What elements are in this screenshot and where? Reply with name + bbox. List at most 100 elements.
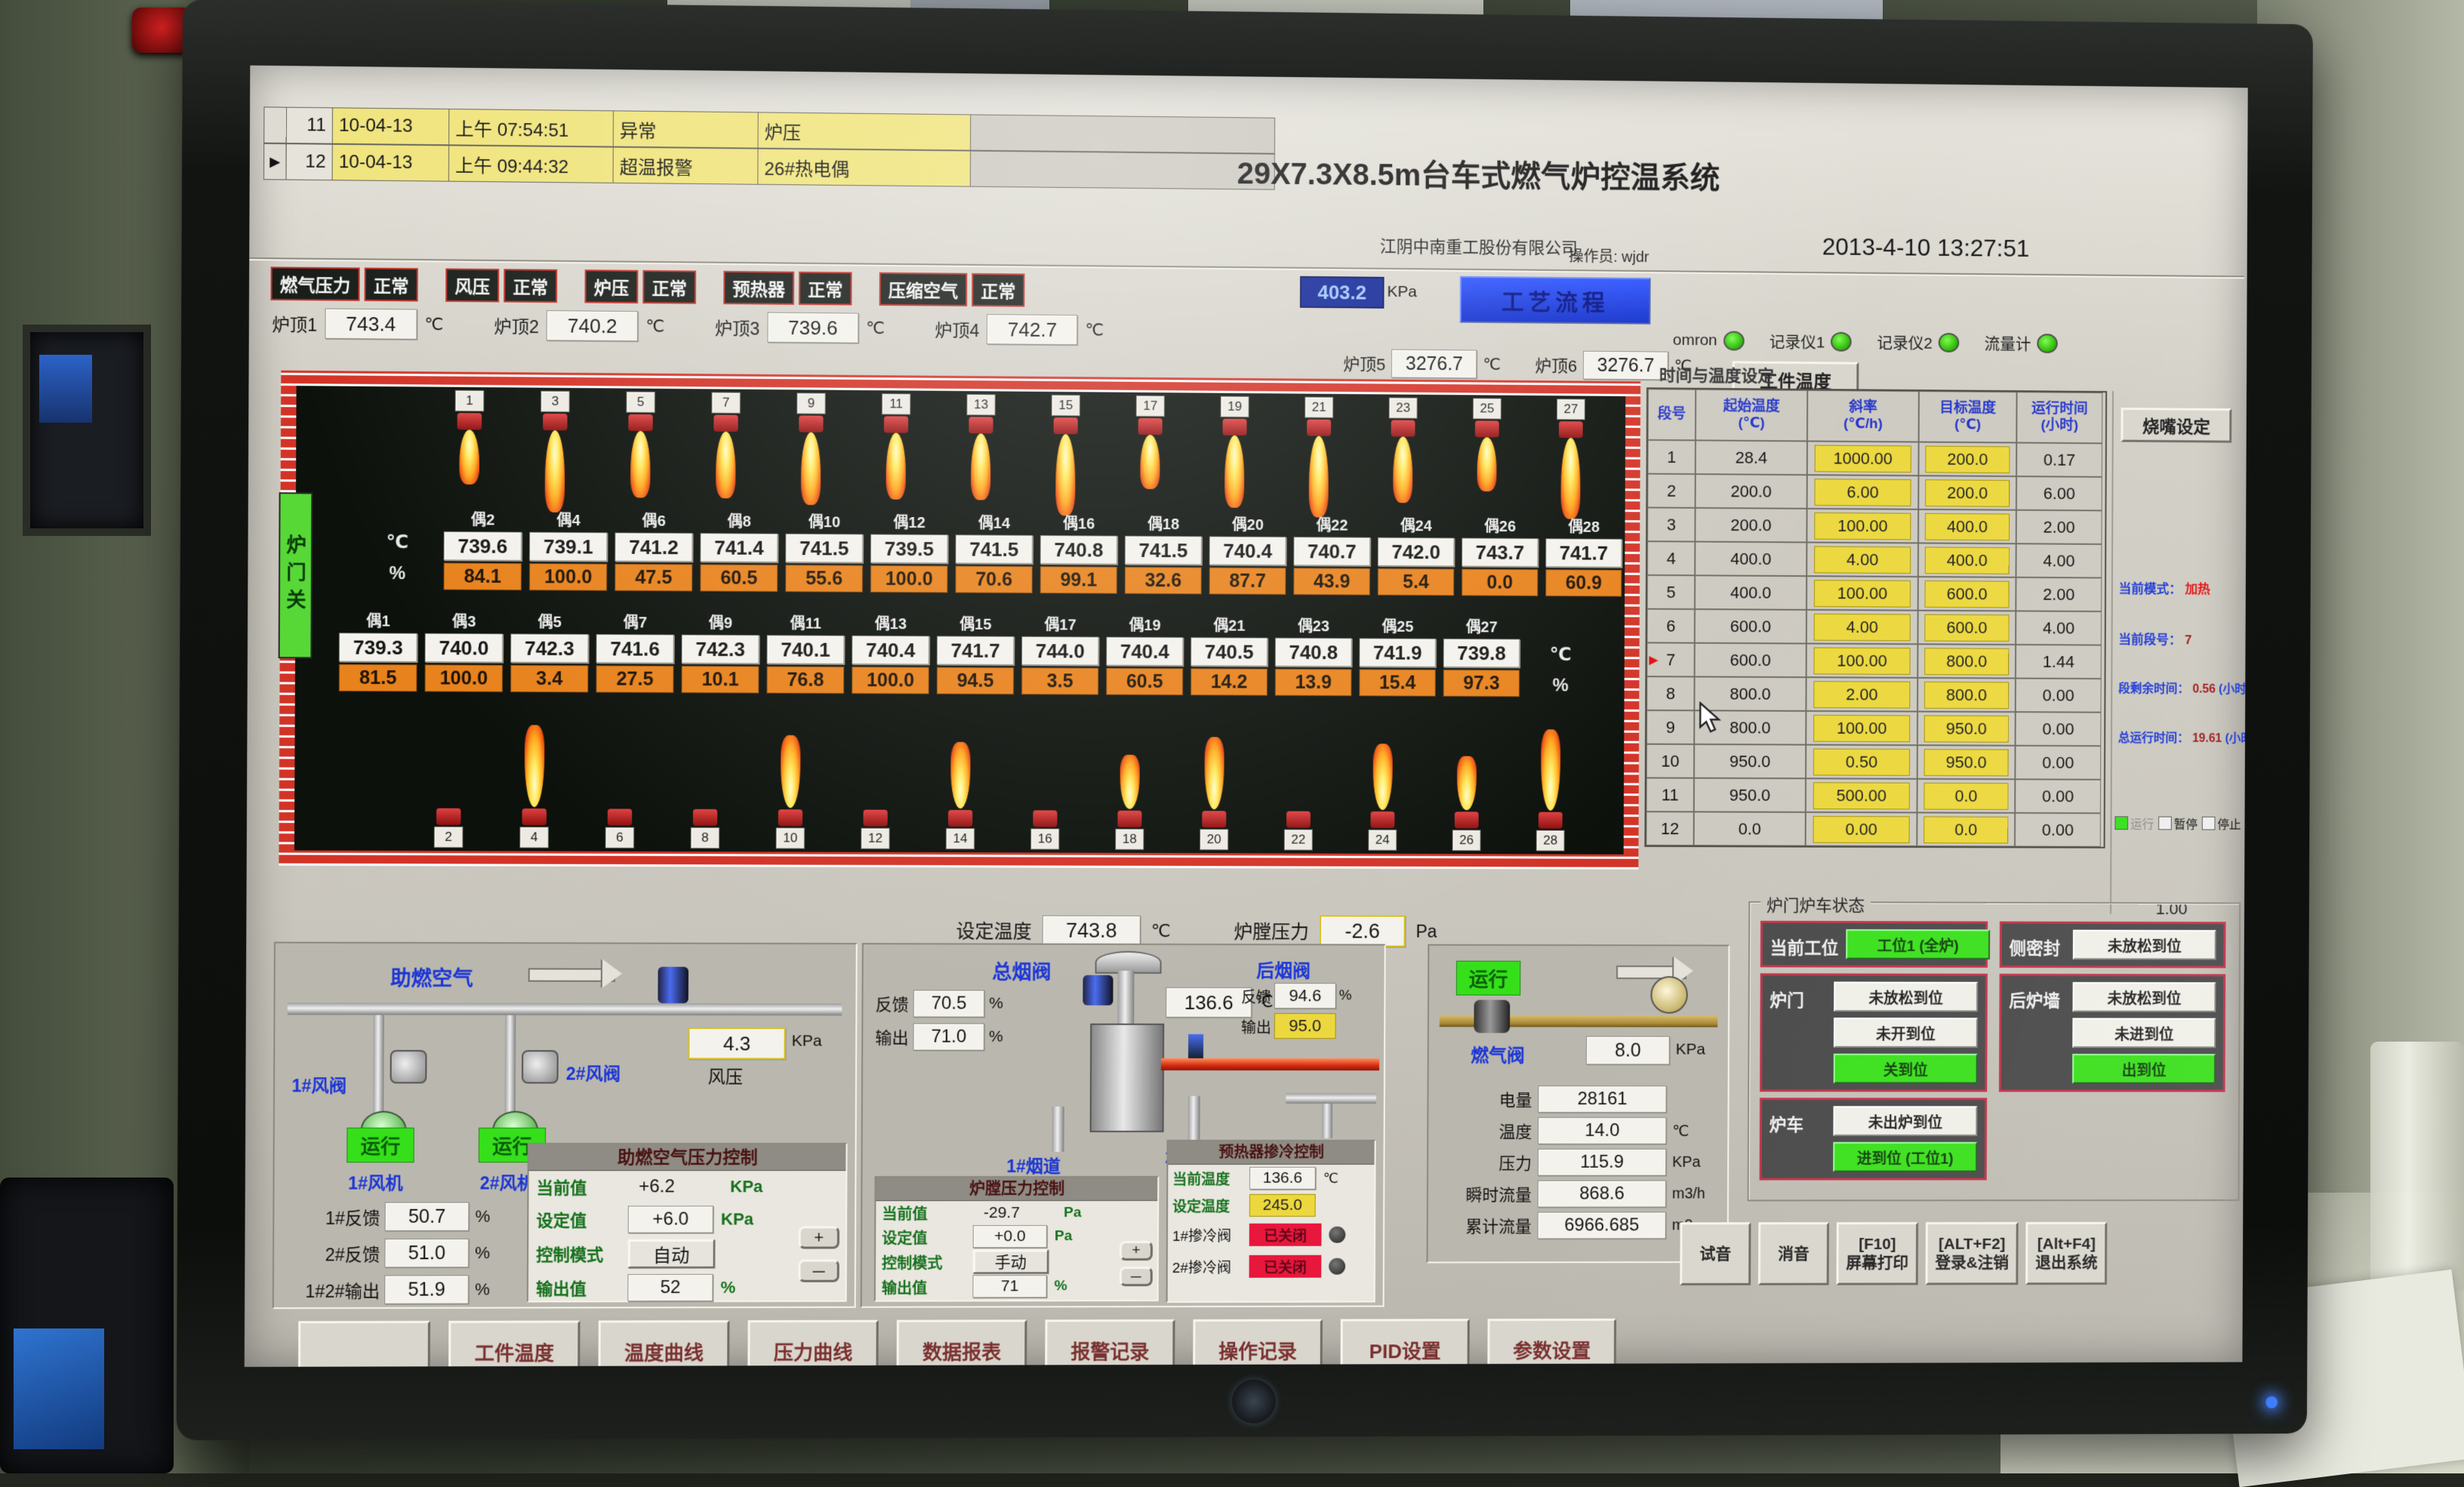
control-row-value[interactable]: 手动 [973,1249,1049,1273]
schedule-row[interactable]: 10 950.0 0.50 950.0 0.00 [1646,744,2104,780]
target-temp-cell[interactable]: 950.0 [1924,749,2009,776]
nav-button[interactable]: 工件温度 [448,1320,581,1366]
control-row-value[interactable]: -29.7 [973,1202,1056,1224]
valve1-knob-icon[interactable] [1329,1227,1345,1243]
air-pressure-unit: KPa [792,1032,822,1050]
schedule-row[interactable]: 2 200.0 6.00 200.0 6.00 [1647,474,2105,511]
schedule-table[interactable]: 段号起始温度(℃)斜率(℃/h)目标温度(℃)运行时间(小时) 1 28.4 1… [1644,387,2107,848]
nav-button[interactable]: 参数设置 [1487,1319,1616,1367]
schedule-header-cell: 斜率(℃/h) [1807,390,1919,442]
rate-cell[interactable]: 100.00 [1813,714,1909,741]
schedule-row[interactable]: 11 950.0 500.00 0.0 0.00 [1646,778,2104,814]
run-checkbox[interactable]: 运行 [2114,814,2154,832]
thermocouple-output: 81.5 [339,664,417,692]
thermocouple-label: 偶28 [1568,515,1600,537]
thermocouple-output: 47.5 [614,564,692,592]
nav-button[interactable]: 压力曲线 [747,1320,878,1367]
schedule-row[interactable]: 5 400.0 100.00 600.0 2.00 [1647,575,2105,611]
rate-cell[interactable]: 0.50 [1813,748,1909,775]
air-output-plus-button[interactable]: + [799,1226,839,1248]
schedule-row[interactable]: 9 800.0 100.00 950.0 0.00 [1646,710,2104,746]
target-temp-cell[interactable]: 0.0 [1923,782,2008,809]
schedule-row[interactable]: 1 28.4 1000.00 200.0 0.17 [1648,440,2105,477]
target-temp-cell[interactable]: 200.0 [1925,445,2010,473]
system-button[interactable]: 消音 [1758,1222,1829,1285]
target-temp-cell[interactable]: 200.0 [1925,479,2010,506]
control-row-value[interactable]: +0.0 [973,1225,1047,1248]
valve2-knob-icon[interactable] [1329,1258,1345,1275]
target-temp-cell[interactable]: 800.0 [1924,648,2009,675]
control-row-label: 输出值 [882,1276,966,1298]
current-segment-arrow: ▶ [1649,652,1658,667]
rate-cell[interactable]: 0.00 [1813,816,1909,843]
preheater-icon [1090,1024,1165,1132]
system-button-key: [ALT+F2] [1939,1235,2006,1254]
nav-button[interactable]: 操作记录 [1193,1319,1323,1367]
rate-cell[interactable]: 500.00 [1813,782,1909,809]
nav-button[interactable]: 报警记录 [1045,1319,1175,1367]
nav-button[interactable]: 数据报表 [897,1319,1027,1367]
process-flow-button[interactable]: 工艺流程 [1460,276,1651,325]
flame-icon [525,725,545,807]
system-button[interactable]: [F10] 屏幕打印 [1836,1222,1918,1285]
thermocouple-label: 偶17 [1044,612,1076,634]
status-chip: 出到位 [2072,1054,2216,1084]
target-temp-cell[interactable]: 600.0 [1925,580,2010,608]
target-temp-cell[interactable]: 0.0 [1923,816,2008,843]
compressed-air-pressure-unit: KPa [1387,283,1417,301]
control-row-value[interactable]: 自动 [628,1239,715,1268]
air-valve-icon [658,967,688,1003]
preheater-stem [1117,971,1134,1024]
system-button[interactable]: [Alt+F4] 退出系统 [2025,1222,2107,1285]
nav-button[interactable]: PID设置 [1341,1319,1470,1367]
status-badge-name: 预热器 [723,271,794,305]
schedule-row[interactable]: 12 0.0 0.00 0.0 0.00 [1646,811,2103,847]
burner-body [1559,421,1583,438]
schedule-row[interactable]: 8 800.0 2.00 800.0 0.00 [1646,676,2104,713]
thermocouple-label: 偶20 [1232,513,1264,534]
system-button[interactable]: [ALT+F2] 登录&注销 [1926,1222,2019,1285]
rate-cell[interactable]: 2.00 [1814,681,1910,708]
schedule-row[interactable]: 6 600.0 4.00 600.0 4.00 [1647,609,2105,645]
rate-cell[interactable]: 4.00 [1814,613,1910,640]
control-row-label: 当前值 [882,1202,966,1224]
rate-cell[interactable]: 100.00 [1814,647,1910,674]
stop-checkbox[interactable]: 停止 [2202,814,2241,833]
run-checkbox-box [2114,816,2128,830]
pause-checkbox[interactable]: 暂停 [2158,814,2198,833]
furnace-door-status-tag: 炉门关 [279,492,313,658]
nav-button[interactable] [298,1321,430,1367]
air-pressure-control-title: 助燃空气压力控制 [529,1144,846,1171]
control-row-value[interactable]: 71 [972,1275,1046,1298]
set-temp-value[interactable]: 245.0 [1249,1194,1316,1217]
schedule-row[interactable]: ▶7 600.0 100.00 800.0 1.44 [1646,642,2104,679]
rate-cell[interactable]: 100.00 [1815,512,1911,540]
control-row-value[interactable]: +6.2 [628,1174,722,1199]
rate-cell[interactable]: 6.00 [1815,479,1911,506]
chamber-output-plus-button[interactable]: + [1120,1241,1153,1261]
segment-number: 4 [1667,549,1676,568]
target-temp-cell[interactable]: 400.0 [1925,513,2010,540]
chamber-output-minus-button[interactable]: － [1120,1267,1153,1286]
power-led [2265,1396,2278,1408]
target-temp-cell[interactable]: 400.0 [1925,546,2010,574]
control-row-value[interactable]: +6.0 [628,1205,713,1233]
schedule-row[interactable]: 4 400.0 4.00 400.0 4.00 [1647,541,2105,577]
gas-meter-value: 115.9 [1538,1149,1666,1176]
rate-cell[interactable]: 4.00 [1814,546,1910,574]
burner-number: 24 [1368,830,1397,851]
burner-settings-button[interactable]: 烧嘴设定 [2121,408,2231,443]
rate-cell[interactable]: 100.00 [1814,580,1910,607]
roof-temp: 炉顶2 740.2 ℃ [494,309,664,341]
control-row-value[interactable]: 52 [627,1274,713,1301]
system-button[interactable]: 试音 [1680,1222,1751,1285]
target-temp-cell[interactable]: 800.0 [1924,681,2009,708]
target-temp-cell[interactable]: 950.0 [1924,715,2009,742]
flame-icon [630,431,651,498]
schedule-row[interactable]: 3 200.0 100.00 400.0 2.00 [1647,507,2105,544]
alarm-source: 26#热电偶 [758,149,971,187]
rate-cell[interactable]: 1000.00 [1815,445,1911,473]
nav-button[interactable]: 温度曲线 [598,1320,729,1367]
target-temp-cell[interactable]: 600.0 [1924,614,2009,641]
air-output-minus-button[interactable]: － [798,1260,839,1282]
